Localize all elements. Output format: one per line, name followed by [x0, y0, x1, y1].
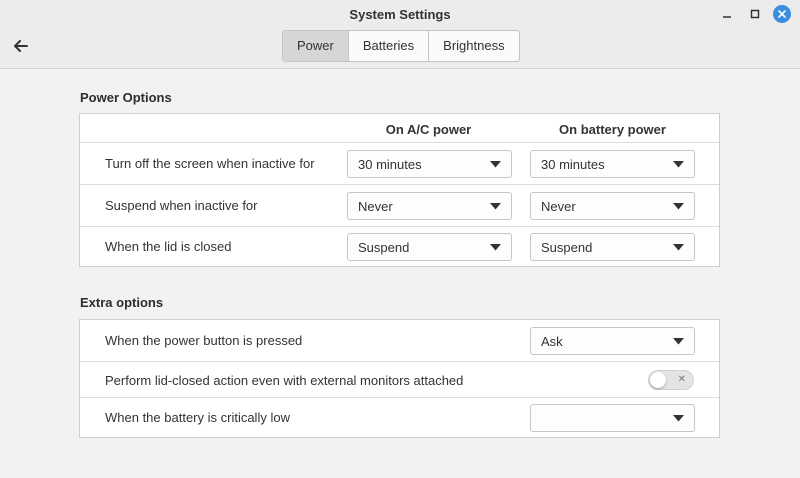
extra-options-panel: When the power button is pressed Ask Per…: [79, 319, 720, 438]
dropdown-value: 30 minutes: [541, 157, 605, 172]
chevron-down-icon: [673, 338, 684, 345]
screen-off-ac-dropdown[interactable]: 30 minutes: [347, 150, 512, 178]
dropdown-value: Never: [358, 199, 393, 214]
toggle-knob: [650, 372, 666, 388]
maximize-button[interactable]: [746, 5, 764, 23]
column-header-ac: On A/C power: [385, 122, 472, 137]
close-button[interactable]: [773, 5, 791, 23]
close-icon: [778, 10, 786, 18]
chevron-down-icon: [673, 203, 684, 210]
dropdown-value: Ask: [541, 334, 563, 349]
power-button-dropdown[interactable]: Ask: [530, 327, 695, 355]
power-options-title: Power Options: [80, 90, 172, 105]
lid-closed-ac-dropdown[interactable]: Suspend: [347, 233, 512, 261]
chevron-down-icon: [490, 203, 501, 210]
power-button-row: When the power button is pressed Ask: [80, 320, 719, 361]
toggle-off-icon: ✕: [677, 374, 686, 385]
dropdown-value: Suspend: [541, 240, 593, 255]
lid-closed-battery-dropdown[interactable]: Suspend: [530, 233, 695, 261]
lid-closed-row: When the lid is closed Suspend Suspend: [80, 226, 719, 266]
lid-external-label: Perform lid-closed action even with exte…: [105, 373, 464, 388]
tab-bar: Power Batteries Brightness: [282, 30, 520, 62]
window-title: System Settings: [349, 7, 451, 22]
back-button[interactable]: [10, 35, 32, 57]
lid-external-row: Perform lid-closed action even with exte…: [80, 361, 719, 397]
tab-batteries[interactable]: Batteries: [349, 31, 430, 61]
arrow-left-icon: [14, 40, 28, 52]
chevron-down-icon: [673, 161, 684, 168]
lid-closed-label: When the lid is closed: [105, 239, 232, 254]
screen-off-label: Turn off the screen when inactive for: [105, 156, 315, 171]
suspend-battery-dropdown[interactable]: Never: [530, 192, 695, 220]
battery-low-row: When the battery is critically low: [80, 397, 719, 437]
chevron-down-icon: [490, 161, 501, 168]
maximize-icon: [750, 9, 760, 19]
header-bar: System Settings Power Batteries Brightne…: [0, 0, 800, 69]
chevron-down-icon: [490, 244, 501, 251]
minimize-button[interactable]: [718, 5, 736, 23]
screen-off-row: Turn off the screen when inactive for 30…: [80, 142, 719, 184]
column-header-battery: On battery power: [559, 122, 666, 137]
minimize-icon: [723, 16, 731, 18]
power-button-label: When the power button is pressed: [105, 333, 303, 348]
suspend-ac-dropdown[interactable]: Never: [347, 192, 512, 220]
battery-low-label: When the battery is critically low: [105, 410, 290, 425]
battery-low-dropdown[interactable]: [530, 404, 695, 432]
dropdown-value: Never: [541, 199, 576, 214]
lid-external-toggle[interactable]: ✕: [648, 370, 694, 390]
tab-brightness[interactable]: Brightness: [429, 31, 518, 61]
chevron-down-icon: [673, 244, 684, 251]
chevron-down-icon: [673, 415, 684, 422]
extra-options-title: Extra options: [80, 295, 164, 310]
dropdown-value: Suspend: [358, 240, 410, 255]
suspend-row: Suspend when inactive for Never Never: [80, 184, 719, 226]
screen-off-battery-dropdown[interactable]: 30 minutes: [530, 150, 695, 178]
suspend-label: Suspend when inactive for: [105, 198, 258, 213]
tab-power[interactable]: Power: [283, 31, 349, 61]
power-options-panel: On A/C power On battery power Turn off t…: [79, 113, 720, 267]
dropdown-value: 30 minutes: [358, 157, 422, 172]
